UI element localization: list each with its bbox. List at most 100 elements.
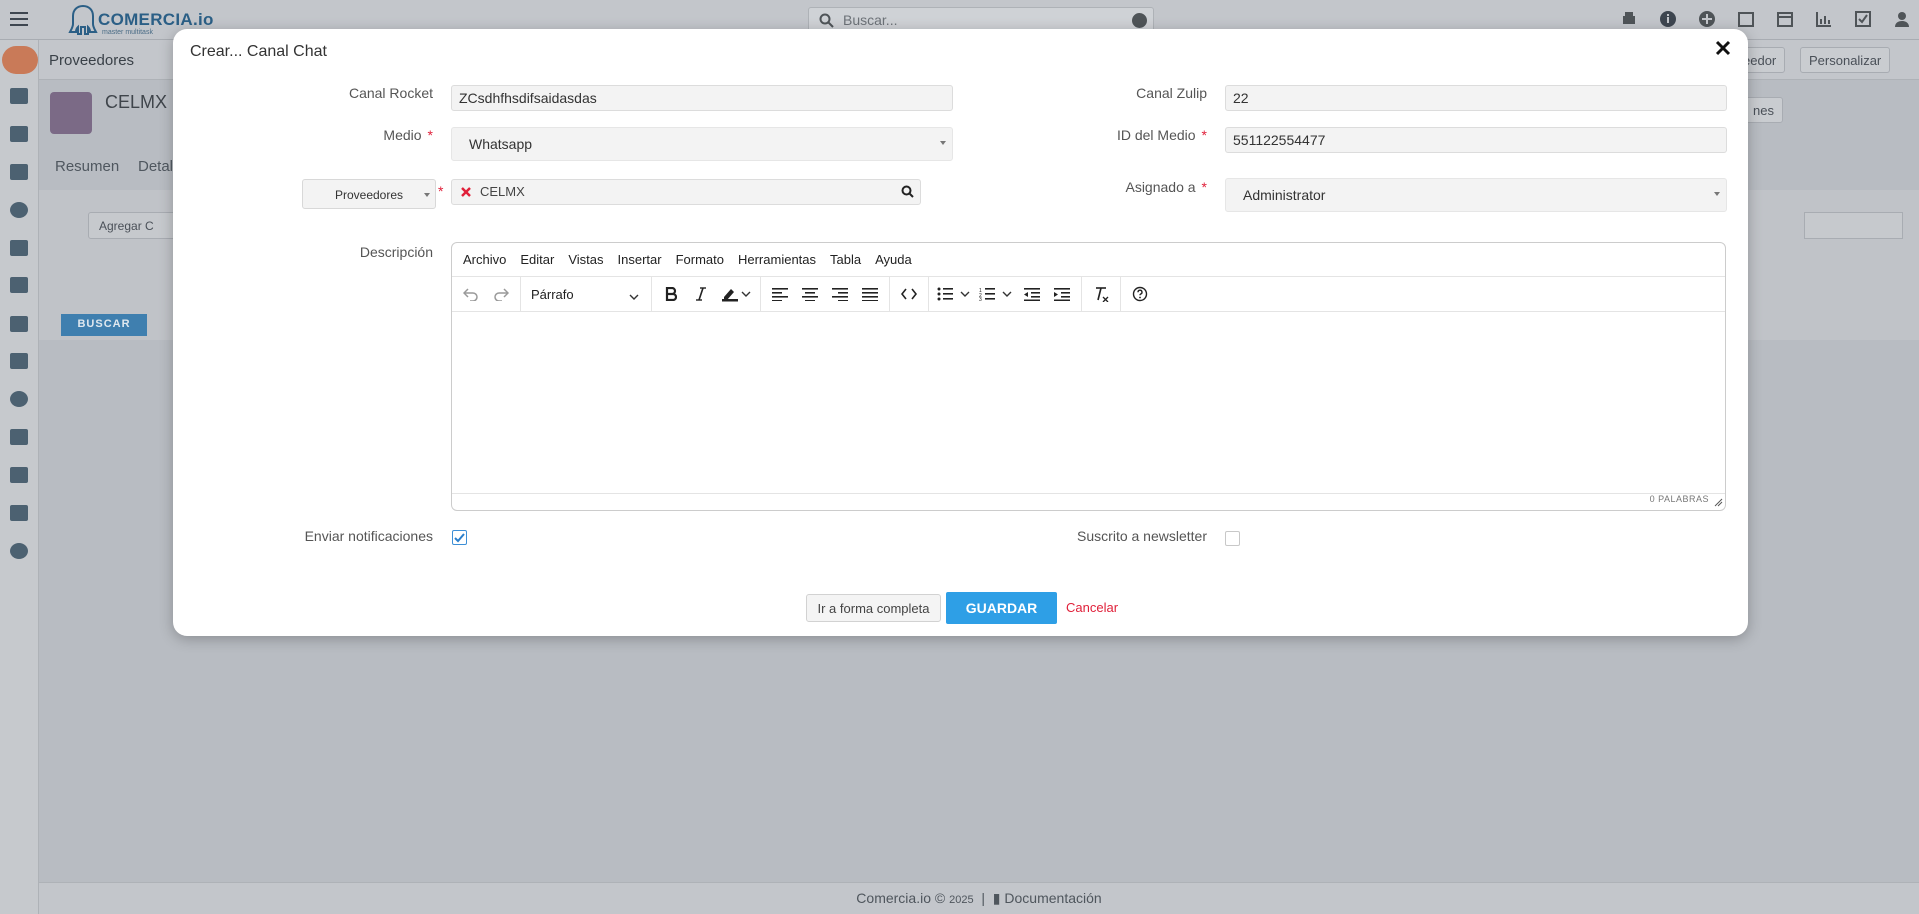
bullet-list-icon[interactable] xyxy=(933,280,975,308)
footer: Comercia.io © 2025 | ▮ Documentación xyxy=(39,882,1919,914)
caret-down-icon xyxy=(1714,192,1720,196)
menu-vistas[interactable]: Vistas xyxy=(568,252,603,267)
medio-select[interactable]: Whatsapp xyxy=(451,127,953,161)
logo-text: COMERCIA.io xyxy=(98,10,214,29)
footer-brand: Comercia.io xyxy=(856,890,931,906)
info-icon[interactable] xyxy=(1659,10,1677,28)
menu-tabla[interactable]: Tabla xyxy=(830,252,861,267)
indent-icon[interactable] xyxy=(1047,280,1077,308)
tag-icon[interactable] xyxy=(2,46,38,74)
canal-rocket-input[interactable]: ZCsdhfhsdifsaidasdas xyxy=(451,85,953,111)
resize-handle-icon[interactable] xyxy=(1714,498,1723,509)
numbered-list-icon[interactable]: 123 xyxy=(975,280,1017,308)
sidebar-icon-8[interactable] xyxy=(10,353,28,369)
tab-resumen[interactable]: Resumen xyxy=(55,158,119,175)
breadcrumb[interactable]: Proveedores xyxy=(49,52,134,69)
list-icon[interactable] xyxy=(10,316,28,332)
users-icon[interactable] xyxy=(10,467,28,483)
add-circle-icon[interactable] xyxy=(1698,10,1716,28)
history-group xyxy=(452,277,521,311)
clear-x-icon[interactable] xyxy=(460,186,472,198)
id-medio-input[interactable]: 551122554477 xyxy=(1225,127,1727,153)
text-style-group xyxy=(652,277,761,311)
calendar-check-icon[interactable] xyxy=(1737,10,1755,28)
suscrito-newsletter-label: Suscrito a newsletter xyxy=(1077,528,1207,544)
buscar-button[interactable]: BUSCAR xyxy=(61,314,147,336)
hamburger-menu-icon[interactable] xyxy=(10,10,28,28)
calendar-icon[interactable] xyxy=(1776,10,1794,28)
pager[interactable] xyxy=(1804,212,1903,239)
canal-zulip-input[interactable]: 22 xyxy=(1225,85,1727,111)
box-icon[interactable] xyxy=(10,505,28,521)
required-mark: * xyxy=(438,183,444,199)
parent-record-field[interactable]: CELMX xyxy=(451,179,921,205)
word-count: 0 PALABRAS xyxy=(1649,494,1709,504)
chat-icon[interactable] xyxy=(10,543,28,559)
list-group: 123 xyxy=(929,277,1082,311)
cancel-button[interactable]: Cancelar xyxy=(1066,600,1118,615)
enviar-notificaciones-checkbox[interactable] xyxy=(452,530,467,545)
sidebar-icon-5[interactable] xyxy=(10,240,28,256)
menu-insertar[interactable]: Insertar xyxy=(618,252,662,267)
menu-archivo[interactable]: Archivo xyxy=(463,252,506,267)
align-justify-icon[interactable] xyxy=(855,280,885,308)
search-icon[interactable] xyxy=(901,185,914,201)
medio-selected-value: Whatsapp xyxy=(469,136,533,152)
tasks-icon[interactable] xyxy=(1854,10,1872,28)
asignado-select[interactable]: Administrator xyxy=(1225,178,1727,212)
sidebar-icon-6[interactable] xyxy=(10,277,28,293)
menu-editar[interactable]: Editar xyxy=(520,252,554,267)
sidebar-icon-2[interactable] xyxy=(10,126,28,142)
required-mark: * xyxy=(1201,179,1207,195)
sidebar-icon-10[interactable] xyxy=(10,429,28,445)
menu-herramientas[interactable]: Herramientas xyxy=(738,252,816,267)
asignado-label-text: Asignado a xyxy=(1125,179,1196,195)
parent-type-select[interactable]: Proveedores xyxy=(302,179,436,209)
sidebar-icon-4[interactable] xyxy=(10,202,28,218)
user-icon[interactable] xyxy=(1893,10,1911,28)
search-placeholder: Buscar... xyxy=(843,12,898,28)
code-icon[interactable] xyxy=(894,280,924,308)
block-format-select[interactable]: Párrafo xyxy=(525,280,647,308)
chevron-down-icon xyxy=(629,289,639,304)
acciones-button[interactable]: nes xyxy=(1744,97,1783,123)
add-record-button[interactable]: Agregar C xyxy=(88,212,178,239)
footer-copyright: © xyxy=(934,890,946,906)
footer-year: 2025 xyxy=(949,894,974,906)
full-form-button[interactable]: Ir a forma completa xyxy=(806,594,941,622)
chart-icon[interactable] xyxy=(1815,10,1833,28)
record-avatar xyxy=(50,92,92,134)
italic-icon[interactable] xyxy=(686,280,716,308)
personalizar-button[interactable]: Personalizar xyxy=(1800,47,1891,73)
search-options-icon[interactable] xyxy=(1132,13,1147,28)
menu-ayuda[interactable]: Ayuda xyxy=(875,252,912,267)
location-icon[interactable] xyxy=(10,391,28,407)
undo-icon[interactable] xyxy=(456,280,486,308)
required-mark: * xyxy=(427,127,433,143)
suscrito-newsletter-checkbox[interactable] xyxy=(1225,531,1240,546)
align-right-icon[interactable] xyxy=(825,280,855,308)
help-icon[interactable] xyxy=(1125,280,1155,308)
save-button[interactable]: GUARDAR xyxy=(946,592,1057,624)
canal-zulip-label: Canal Zulip xyxy=(1136,85,1207,101)
redo-icon[interactable] xyxy=(486,280,516,308)
sidebar-icon-1[interactable] xyxy=(10,88,28,104)
bold-icon[interactable] xyxy=(656,280,686,308)
printer-icon[interactable] xyxy=(1620,10,1638,28)
enviar-notificaciones-label: Enviar notificaciones xyxy=(304,528,433,544)
octopus-logo-icon xyxy=(68,4,98,35)
parent-type-value: Proveedores xyxy=(334,188,404,202)
editor-toolbar: Párrafo 123 xyxy=(452,277,1725,312)
clear-formatting-icon[interactable] xyxy=(1086,280,1116,308)
outdent-icon[interactable] xyxy=(1017,280,1047,308)
menu-formato[interactable]: Formato xyxy=(676,252,724,267)
tab-detalle[interactable]: Detal xyxy=(138,158,173,175)
editor-content-area[interactable] xyxy=(452,312,1725,494)
close-icon[interactable] xyxy=(1714,39,1732,57)
align-left-icon[interactable] xyxy=(765,280,795,308)
footer-docs-link[interactable]: Documentación xyxy=(1004,890,1101,906)
cart-icon[interactable] xyxy=(10,164,28,180)
align-center-icon[interactable] xyxy=(795,280,825,308)
align-group xyxy=(761,277,890,311)
highlight-color-icon[interactable] xyxy=(716,280,756,308)
